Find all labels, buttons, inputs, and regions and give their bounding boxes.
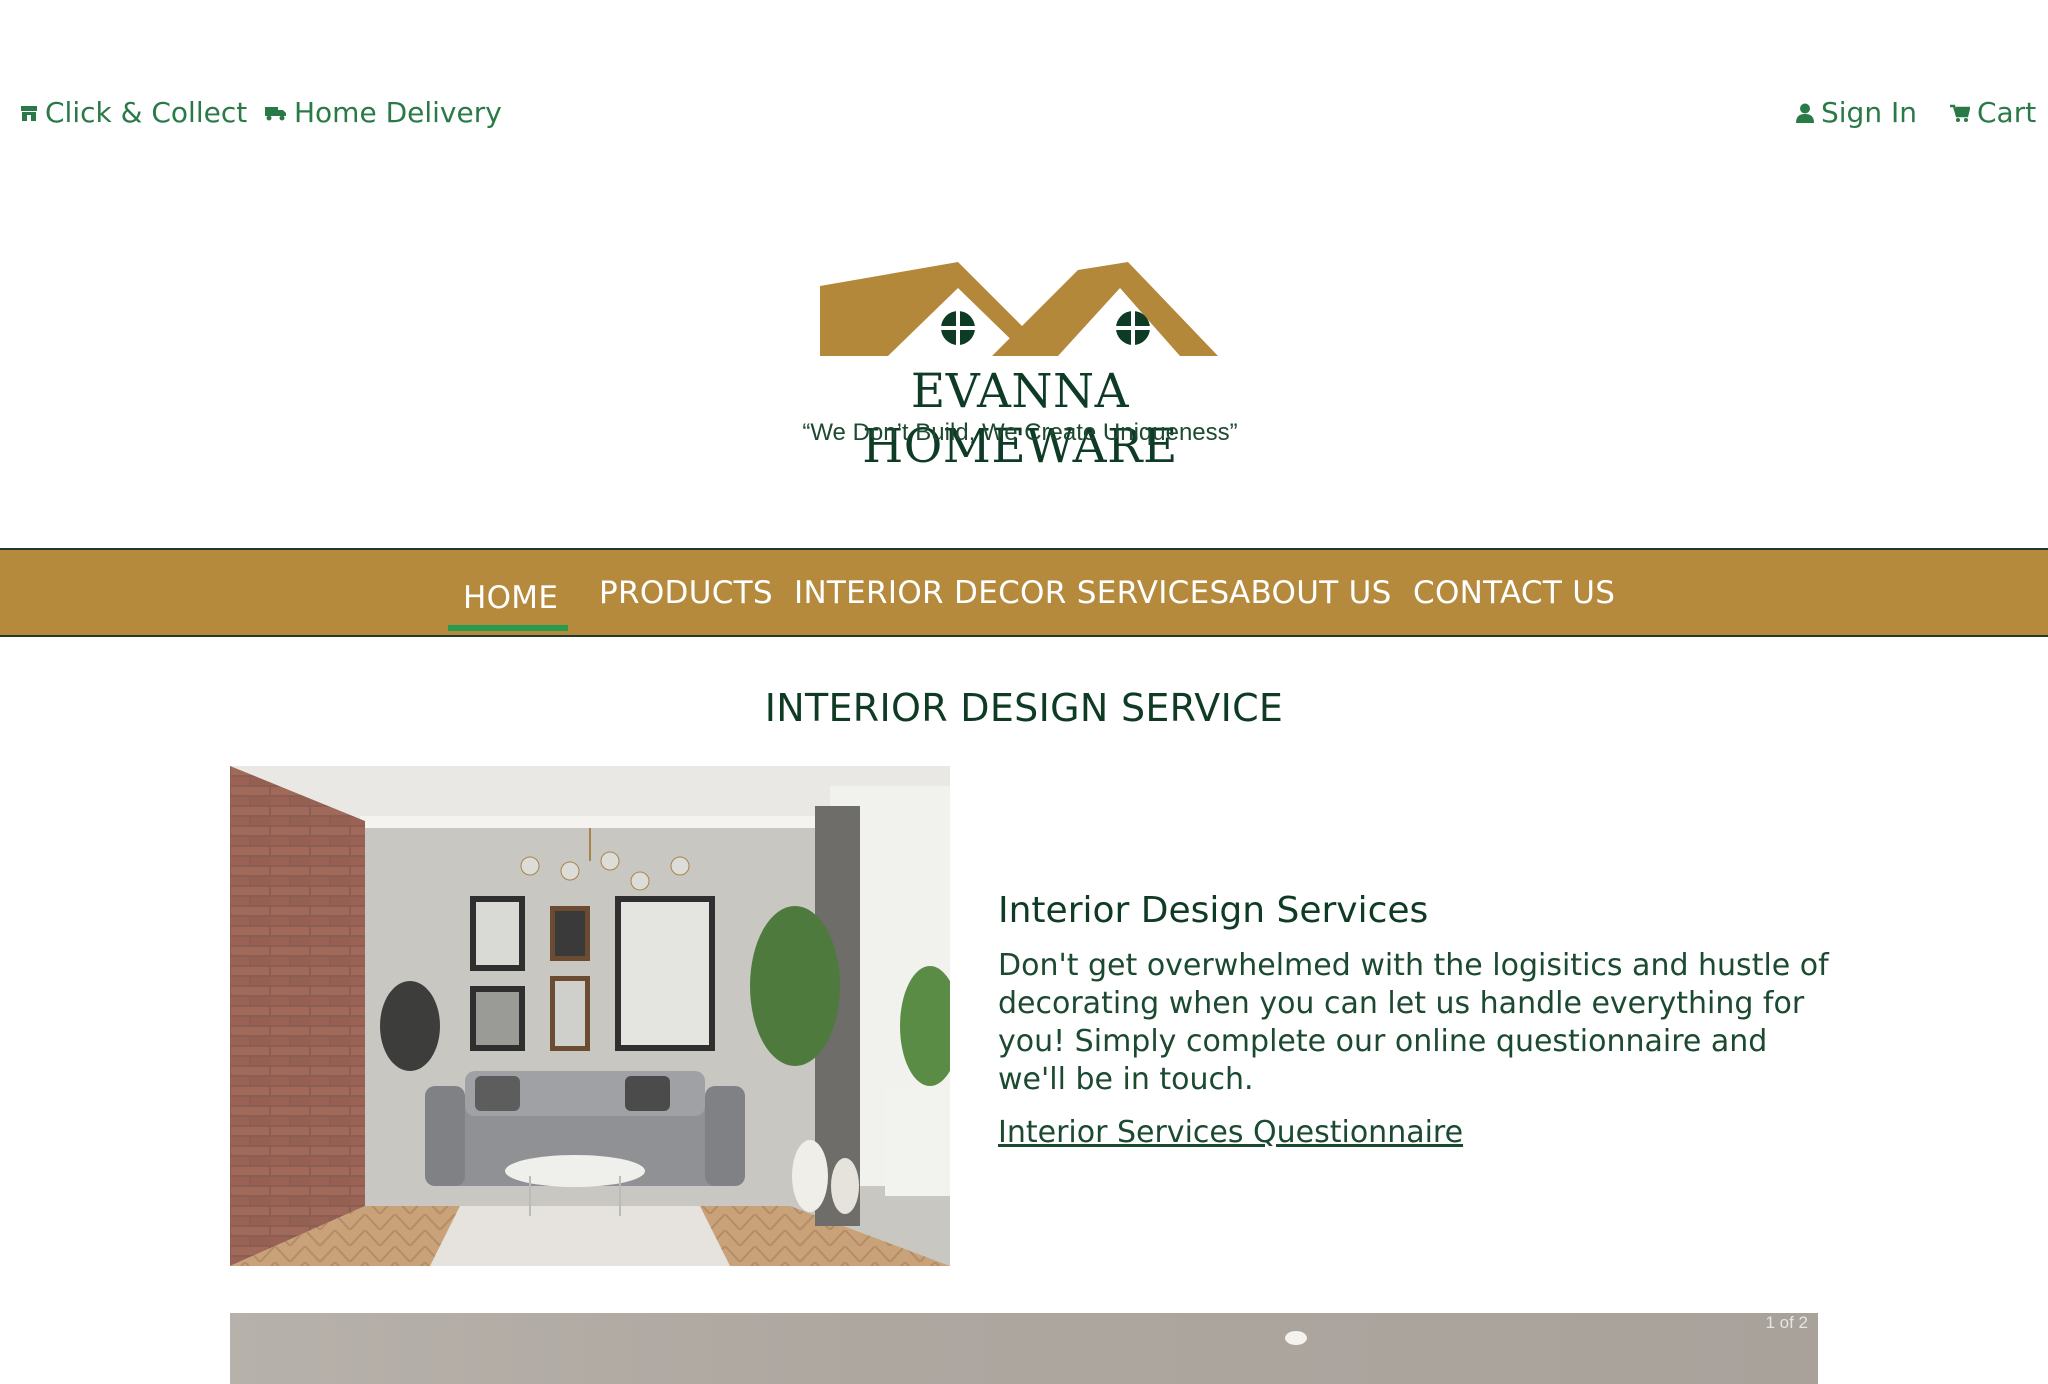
image-carousel[interactable]: 1 of 2	[230, 1313, 1818, 1384]
nav-home[interactable]: HOME	[463, 580, 558, 616]
home-delivery-link[interactable]: Home Delivery	[265, 96, 502, 129]
main-nav: HOME PRODUCTS INTERIOR DECOR SERVICES AB…	[0, 548, 2048, 637]
house-roofs-icon	[820, 262, 1218, 356]
cart-label: Cart	[1977, 96, 2037, 129]
cart-icon	[1950, 104, 1970, 122]
service-heading: Interior Design Services	[998, 890, 1429, 931]
click-collect-label: Click & Collect	[45, 96, 248, 129]
utility-bar: Click & Collect Home Delivery Sign In Ca…	[0, 96, 2048, 140]
site-logo[interactable]: EVANNA HOMEWARE “We Don’t Build, We Crea…	[780, 256, 1260, 474]
nav-about-us[interactable]: ABOUT US	[1229, 575, 1392, 611]
section-title: INTERIOR DESIGN SERVICE	[764, 686, 1284, 730]
nav-products[interactable]: PRODUCTS	[599, 575, 773, 611]
click-collect-link[interactable]: Click & Collect	[20, 96, 247, 129]
carousel-counter: 1 of 2	[1765, 1313, 1808, 1332]
nav-interior-decor-services[interactable]: INTERIOR DECOR SERVICES	[794, 575, 1230, 611]
living-room-photo	[230, 766, 950, 1266]
store-icon	[21, 105, 37, 121]
logo-tagline: “We Don’t Build, We Create Uniqueness”	[802, 419, 1238, 446]
questionnaire-link[interactable]: Interior Services Questionnaire	[998, 1115, 1463, 1150]
user-icon	[1796, 103, 1814, 123]
sign-in-label: Sign In	[1821, 96, 1917, 129]
sign-in-link[interactable]: Sign In	[1796, 96, 1917, 129]
nav-active-underline	[448, 625, 568, 631]
service-description: Don't get overwhelmed with the logisitic…	[998, 948, 1829, 1097]
truck-icon	[265, 106, 286, 120]
ceiling-light	[1285, 1331, 1307, 1345]
cart-link[interactable]: Cart	[1950, 96, 2036, 129]
service-info: Interior Design Services Don't get overw…	[998, 890, 1838, 1150]
home-delivery-label: Home Delivery	[294, 96, 502, 129]
nav-contact-us[interactable]: CONTACT US	[1413, 575, 1615, 611]
